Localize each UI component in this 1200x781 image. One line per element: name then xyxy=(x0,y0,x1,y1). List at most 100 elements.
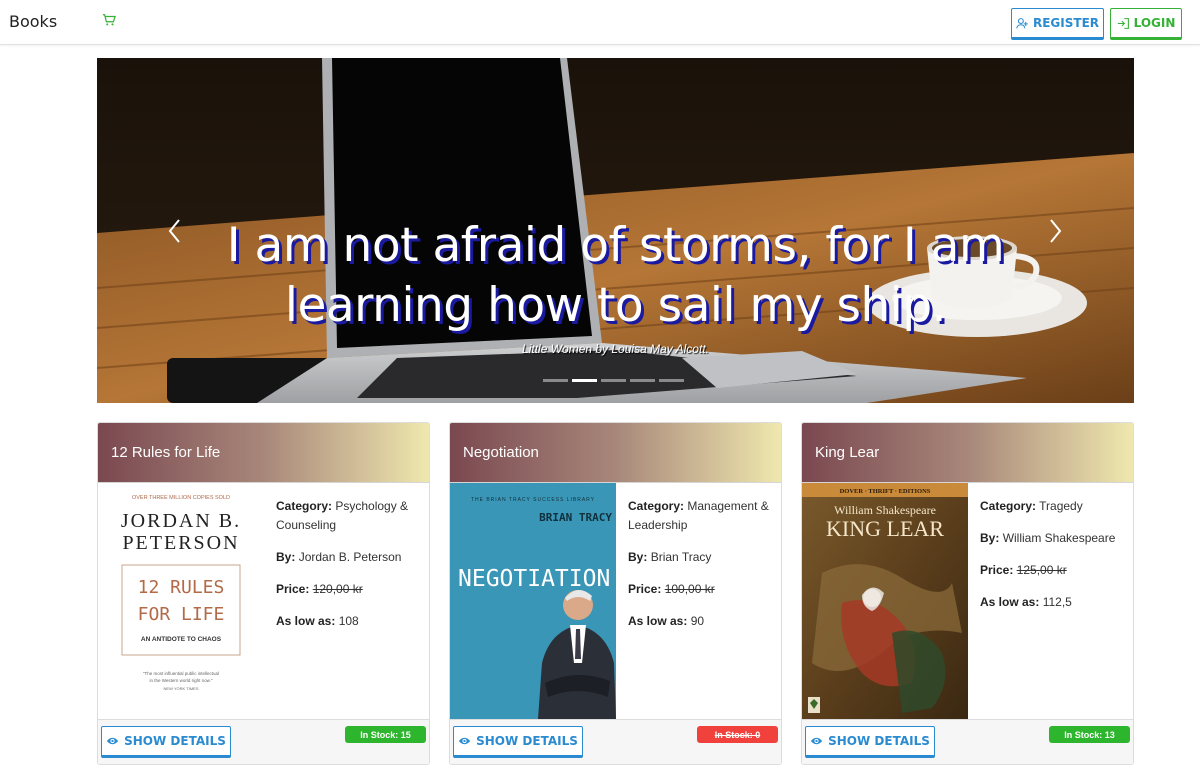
stock-badge: In Stock: 15 xyxy=(345,726,426,743)
book-card: 12 Rules for Life OVER THREE MILLION COP… xyxy=(97,422,430,765)
cover-series: DOVER · THRIFT · EDITIONS xyxy=(840,488,931,495)
book-card: Negotiation THE BRIAN TRACY SUCCESS LIBR… xyxy=(449,422,782,765)
card-header: 12 Rules for Life xyxy=(98,423,429,483)
price-label: Price: xyxy=(980,563,1014,577)
carousel-quote: I am not afraid of storms, for I am lear… xyxy=(97,216,1134,336)
author-row: By: William Shakespeare xyxy=(980,529,1130,548)
login-label: LOGIN xyxy=(1133,16,1176,30)
author-value: Brian Tracy xyxy=(650,550,712,564)
stock-badge: In Stock: 13 xyxy=(1049,726,1130,743)
price-value: 120,00 kr xyxy=(312,582,363,596)
category-label: Category: xyxy=(628,499,685,513)
brand-link[interactable]: Books xyxy=(9,12,57,31)
book-title[interactable]: 12 Rules for Life xyxy=(111,444,220,461)
cover-blurb-1: "The most influential public intellectua… xyxy=(143,671,219,676)
author-value: William Shakespeare xyxy=(1002,531,1116,545)
price-label: Price: xyxy=(276,582,310,596)
cover-title: NEGOTIATION xyxy=(458,566,610,592)
quote-line-1: I am not afraid of storms, for I am xyxy=(226,218,1005,273)
category-row: Category: Psychology & Counseling xyxy=(276,497,426,535)
cover-king-lear: DOVER · THRIFT · EDITIONS William Shakes… xyxy=(802,483,968,719)
author-label: By: xyxy=(628,550,648,564)
show-details-label: SHOW DETAILS xyxy=(476,734,578,748)
price-value: 100,00 kr xyxy=(664,582,715,596)
book-cover-image[interactable]: THE BRIAN TRACY SUCCESS LIBRARY BRIAN TR… xyxy=(450,483,616,719)
author-label: By: xyxy=(276,550,296,564)
login-button[interactable]: LOGIN xyxy=(1110,8,1182,40)
user-plus-icon xyxy=(1016,17,1028,28)
cover-series: THE BRIAN TRACY SUCCESS LIBRARY xyxy=(471,497,595,503)
card-header: King Lear xyxy=(802,423,1133,483)
card-header: Negotiation xyxy=(450,423,781,483)
low-price-value: 90 xyxy=(690,614,705,628)
show-details-label: SHOW DETAILS xyxy=(124,734,226,748)
cover-author-first: JORDAN B. xyxy=(121,510,241,532)
book-info: Category: Management & Leadership By: Br… xyxy=(628,497,778,644)
cover-subtitle: AN ANTIDOTE TO CHAOS xyxy=(141,636,222,643)
show-details-button[interactable]: SHOW DETAILS xyxy=(805,726,935,758)
eye-icon xyxy=(810,737,823,745)
eye-icon xyxy=(458,737,471,745)
book-card: King Lear DOVER · THRIFT · EDITIONS Will… xyxy=(801,422,1134,765)
top-navbar: Books REGISTER LOGIN xyxy=(0,0,1200,45)
low-price-label: As low as: xyxy=(628,614,688,628)
register-label: REGISTER xyxy=(1032,16,1100,30)
category-label: Category: xyxy=(276,499,333,513)
price-row: Price: 100,00 kr xyxy=(628,580,778,599)
book-cover-image[interactable]: OVER THREE MILLION COPIES SOLD JORDAN B.… xyxy=(98,483,264,719)
cover-blurb-3: NEW YORK TIMES xyxy=(164,686,199,691)
low-price-value: 112,5 xyxy=(1042,595,1072,609)
cover-author-last: PETERSON xyxy=(122,532,239,554)
carousel-indicators xyxy=(543,379,684,382)
cover-top-line: OVER THREE MILLION COPIES SOLD xyxy=(132,495,230,501)
book-title[interactable]: Negotiation xyxy=(463,444,539,461)
carousel-next-icon[interactable] xyxy=(1045,216,1065,246)
category-row: Category: Tragedy xyxy=(980,497,1130,516)
shopping-cart-icon[interactable] xyxy=(102,13,116,27)
low-price-value: 108 xyxy=(338,614,359,628)
low-price-row: As low as: 90 xyxy=(628,612,778,631)
show-details-button[interactable]: SHOW DETAILS xyxy=(453,726,583,758)
low-price-row: As low as: 108 xyxy=(276,612,426,631)
carousel-indicator-active[interactable] xyxy=(572,379,597,382)
quote-attribution: Little Women by Louisa May Alcott. xyxy=(522,342,709,356)
cover-author: William Shakespeare xyxy=(834,503,936,517)
sign-in-icon xyxy=(1117,17,1129,29)
cover-title-2: FOR LIFE xyxy=(138,604,225,625)
author-row: By: Jordan B. Peterson xyxy=(276,548,426,567)
price-value: 125,00 kr xyxy=(1016,563,1067,577)
carousel-indicator[interactable] xyxy=(630,379,655,382)
quote-carousel: I am not afraid of storms, for I am lear… xyxy=(97,58,1134,403)
register-button[interactable]: REGISTER xyxy=(1011,8,1104,40)
price-row: Price: 120,00 kr xyxy=(276,580,426,599)
cover-12-rules: OVER THREE MILLION COPIES SOLD JORDAN B.… xyxy=(98,483,264,719)
out-of-stock-badge: In Stock: 0 xyxy=(697,726,778,743)
author-label: By: xyxy=(980,531,1000,545)
card-footer: SHOW DETAILS In Stock: 13 xyxy=(802,719,1133,764)
carousel-indicator[interactable] xyxy=(659,379,684,382)
author-row: By: Brian Tracy xyxy=(628,548,778,567)
cover-title-1: 12 RULES xyxy=(138,577,225,598)
low-price-label: As low as: xyxy=(276,614,336,628)
quote-line-2: learning how to sail my ship. xyxy=(284,278,947,333)
category-label: Category: xyxy=(980,499,1037,513)
cover-negotiation: THE BRIAN TRACY SUCCESS LIBRARY BRIAN TR… xyxy=(450,483,616,719)
show-details-button[interactable]: SHOW DETAILS xyxy=(101,726,231,758)
author-value: Jordan B. Peterson xyxy=(298,550,402,564)
cover-title: KING LEAR xyxy=(826,516,944,541)
book-cover-image[interactable]: DOVER · THRIFT · EDITIONS William Shakes… xyxy=(802,483,968,719)
book-title[interactable]: King Lear xyxy=(815,444,879,461)
carousel-prev-icon[interactable] xyxy=(165,216,185,246)
cover-author: BRIAN TRACY xyxy=(539,511,612,524)
low-price-row: As low as: 112,5 xyxy=(980,593,1130,612)
carousel-indicator[interactable] xyxy=(601,379,626,382)
show-details-label: SHOW DETAILS xyxy=(828,734,930,748)
book-info: Category: Psychology & Counseling By: Jo… xyxy=(276,497,426,644)
carousel-indicator[interactable] xyxy=(543,379,568,382)
category-row: Category: Management & Leadership xyxy=(628,497,778,535)
card-footer: SHOW DETAILS In Stock: 15 xyxy=(98,719,429,764)
eye-icon xyxy=(106,737,119,745)
book-info: Category: Tragedy By: William Shakespear… xyxy=(980,497,1130,625)
card-footer: SHOW DETAILS In Stock: 0 xyxy=(450,719,781,764)
low-price-label: As low as: xyxy=(980,595,1040,609)
